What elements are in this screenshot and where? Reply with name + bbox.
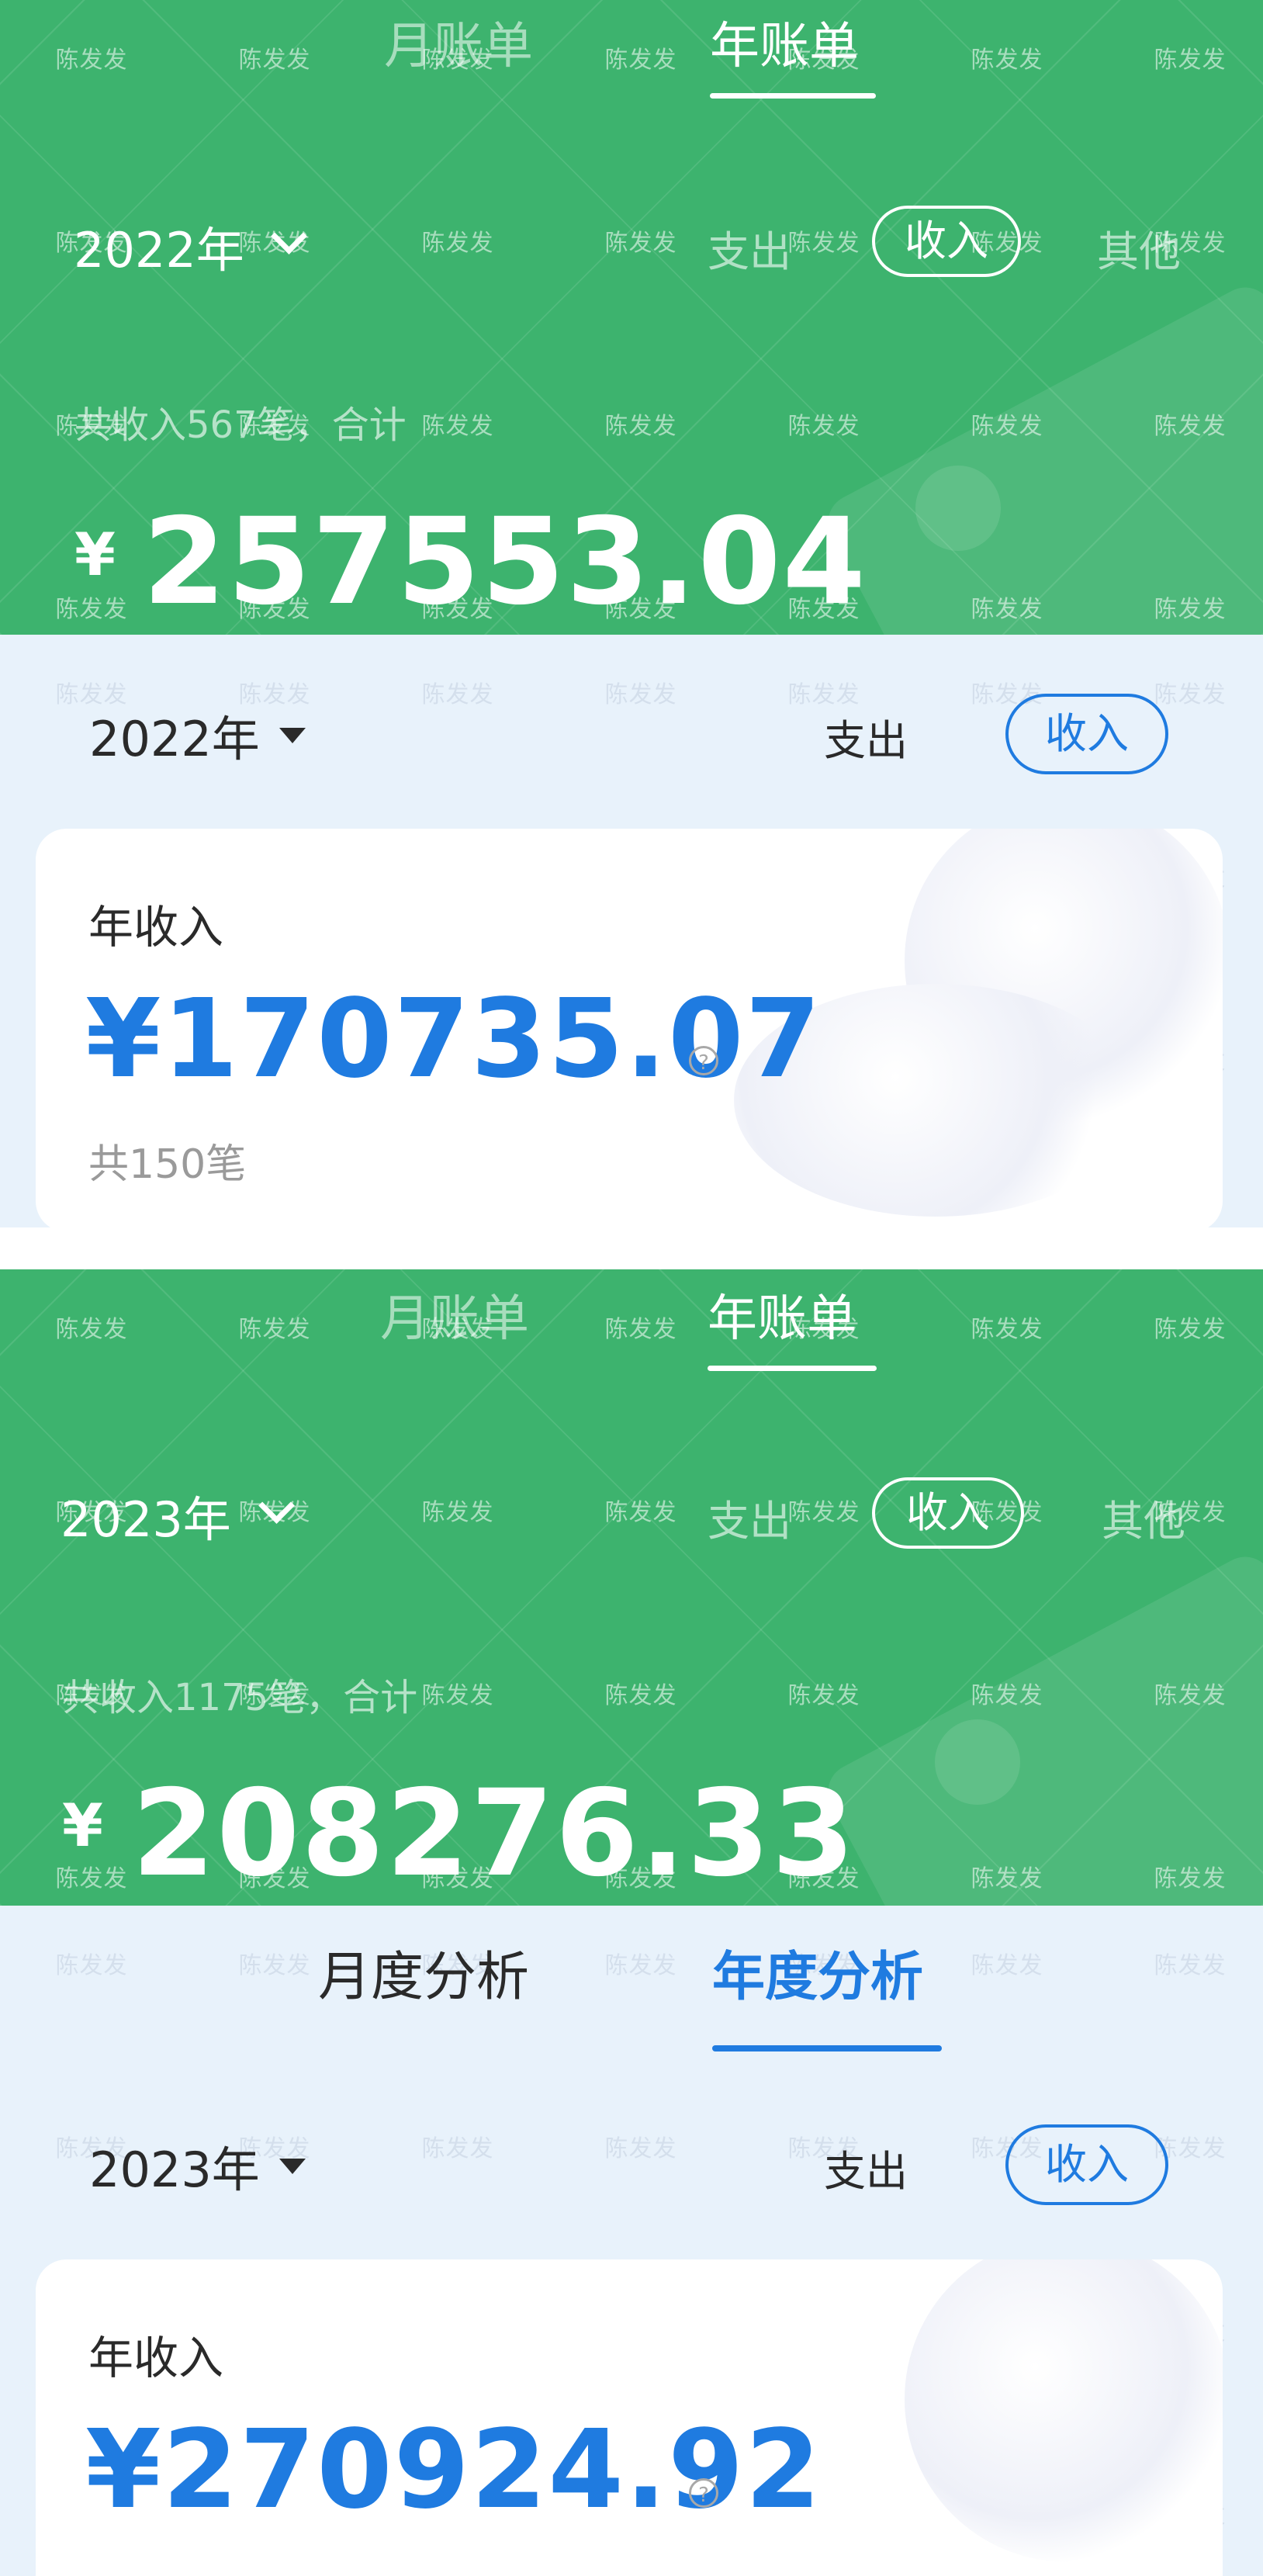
tab-monthly-analysis[interactable]: 月度分析 bbox=[318, 1934, 529, 2010]
annual-income-card: 年收入 ¥170735.07 ? 共150笔 bbox=[36, 829, 1223, 1227]
watermark-text: 陈发发 bbox=[238, 1316, 311, 1343]
annual-income-amount: ¥170735.07 bbox=[85, 976, 822, 1103]
income-summary: 共收入567笔，合计 bbox=[74, 403, 407, 447]
segment-other[interactable]: 其他 bbox=[1102, 1487, 1185, 1548]
dropdown-triangle-icon[interactable] bbox=[279, 2159, 306, 2174]
year-selector[interactable]: 2023年 bbox=[61, 1480, 231, 1550]
transaction-count: 共150笔 bbox=[88, 1141, 247, 1188]
currency-symbol: ¥ bbox=[62, 1791, 103, 1860]
watermark-text: 陈发发 bbox=[971, 1952, 1043, 1979]
watermark-text: 陈发发 bbox=[421, 681, 494, 708]
watermark-text: 陈发发 bbox=[421, 1499, 494, 1526]
annual-analysis-section-2023: 陈发发 陈发发 陈发发 陈发发 陈发发 陈发发 陈发发 陈发发 陈发发 陈发发 陈发发 陈发发 陈发发陈… bbox=[0, 1906, 1263, 2576]
segment-income-active[interactable]: 收入 bbox=[872, 206, 1021, 277]
watermark-text: 陈发发 bbox=[971, 1316, 1043, 1343]
decorative-card-shape bbox=[818, 1546, 1263, 1906]
active-tab-underline bbox=[712, 2045, 942, 2051]
watermark-text: 陈发发 bbox=[1154, 1952, 1227, 1979]
total-amount: 208276.33 bbox=[132, 1764, 856, 1903]
tab-monthly-bill[interactable]: 月账单 bbox=[380, 1279, 529, 1350]
chevron-down-icon[interactable] bbox=[271, 218, 307, 254]
active-tab-underline bbox=[708, 1366, 877, 1371]
decorative-dot bbox=[915, 466, 1001, 551]
tab-annual-bill[interactable]: 年账单 bbox=[710, 6, 859, 78]
year-selector[interactable]: 2023年 bbox=[89, 2131, 260, 2200]
watermark-text: 陈发发 bbox=[421, 2135, 494, 2162]
active-tab-underline bbox=[710, 93, 876, 99]
card-title: 年收入 bbox=[88, 2332, 224, 2384]
year-selector[interactable]: 2022年 bbox=[89, 700, 260, 770]
watermark-text: 陈发发 bbox=[238, 47, 311, 74]
chevron-down-icon[interactable] bbox=[258, 1487, 295, 1524]
watermark-text: 陈发发 bbox=[604, 1316, 677, 1343]
watermark-text: 陈发发 bbox=[604, 230, 677, 257]
annual-bill-header-2022: 陈发发 陈发发 陈发发 陈发发 陈发发 陈发发 陈发发 陈发发 陈发发 陈发发 陈发发 陈发发 陈发发陈… bbox=[0, 0, 1263, 635]
currency-symbol: ¥ bbox=[74, 520, 116, 589]
segment-expense[interactable]: 支出 bbox=[824, 2137, 908, 2198]
income-summary: 共收入1175笔，合计 bbox=[62, 1676, 418, 1719]
watermark-text: 陈发发 bbox=[604, 1952, 677, 1979]
segment-income-active[interactable]: 收入 bbox=[872, 1477, 1024, 1549]
watermark-text: 陈发发 bbox=[604, 47, 677, 74]
cloud-illustration bbox=[905, 2259, 1223, 2562]
watermark-text: 陈发发 bbox=[604, 2135, 677, 2162]
year-selector[interactable]: 2022年 bbox=[74, 211, 244, 281]
segment-other[interactable]: 其他 bbox=[1097, 217, 1181, 279]
segment-expense[interactable]: 支出 bbox=[708, 217, 791, 279]
segment-income-active[interactable]: 收入 bbox=[1005, 694, 1168, 774]
annual-income-amount: ¥270924.92 bbox=[85, 2407, 822, 2533]
watermark-text: 陈发发 bbox=[55, 1952, 128, 1979]
decorative-dot bbox=[935, 1719, 1020, 1805]
segment-expense[interactable]: 支出 bbox=[824, 706, 908, 767]
watermark-text: 陈发发 bbox=[421, 230, 494, 257]
annual-income-section-2022: 陈发发陈发发陈发发陈发发陈发发陈发发陈发发陈发发陈发发陈发发陈发发陈发发陈发发陈… bbox=[0, 635, 1263, 1227]
tab-annual-bill[interactable]: 年账单 bbox=[708, 1279, 856, 1350]
segment-income-active[interactable]: 收入 bbox=[1005, 2124, 1168, 2205]
watermark-text: 陈发发 bbox=[1154, 47, 1227, 74]
watermark-text: 陈发发 bbox=[55, 1316, 128, 1343]
watermark-text: 陈发发 bbox=[604, 681, 677, 708]
help-icon[interactable]: ? bbox=[689, 1046, 718, 1075]
annual-income-card: 年收入 ¥270924.92 ? bbox=[36, 2259, 1223, 2576]
card-title: 年收入 bbox=[88, 901, 224, 954]
decorative-card-shape bbox=[818, 277, 1263, 635]
tab-monthly-bill[interactable]: 月账单 bbox=[384, 6, 533, 78]
help-icon[interactable]: ? bbox=[689, 2478, 718, 2508]
dropdown-triangle-icon[interactable] bbox=[279, 728, 306, 743]
watermark-text: 陈发发 bbox=[971, 47, 1043, 74]
watermark-text: 陈发发 bbox=[55, 47, 128, 74]
total-amount: 257553.04 bbox=[143, 493, 867, 632]
segment-expense[interactable]: 支出 bbox=[708, 1487, 791, 1548]
annual-bill-header-2023: 陈发发 陈发发 陈发发 陈发发 陈发发 陈发发 陈发发 陈发发 陈发发 陈发发 陈发发 陈发发 陈发发陈… bbox=[0, 1269, 1263, 1906]
tab-annual-analysis[interactable]: 年度分析 bbox=[712, 1934, 923, 2010]
watermark-text: 陈发发 bbox=[1154, 1316, 1227, 1343]
watermark-text: 陈发发 bbox=[604, 1499, 677, 1526]
